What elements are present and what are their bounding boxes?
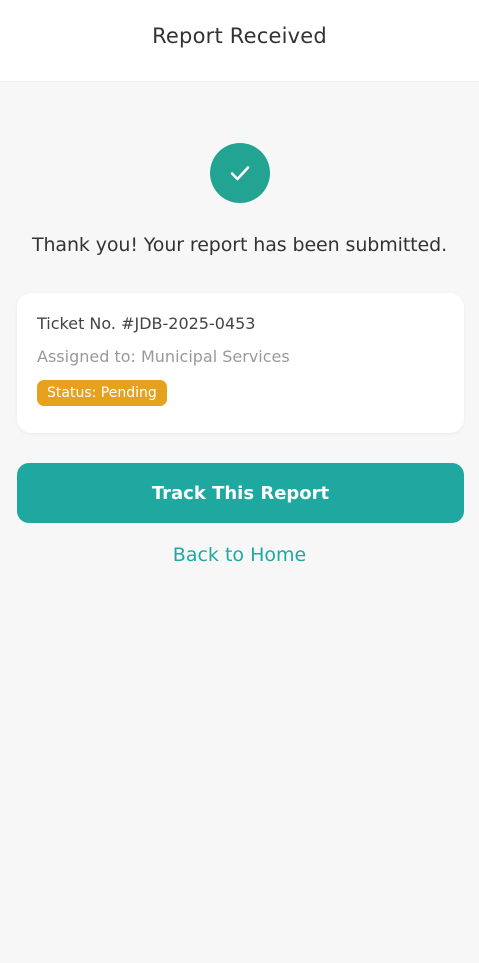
confirmation-message: Thank you! Your report has been submitte… bbox=[31, 234, 448, 256]
check-icon bbox=[230, 166, 250, 181]
assigned-to: Assigned to: Municipal Services bbox=[37, 347, 290, 366]
success-check-badge bbox=[210, 143, 270, 203]
status-badge: Status: Pending bbox=[37, 380, 167, 406]
back-to-home-link[interactable]: Back to Home bbox=[0, 544, 479, 566]
ticket-number: Ticket No. #JDB-2025-0453 bbox=[37, 314, 256, 333]
app-header: Report Received bbox=[0, 0, 479, 82]
ticket-card: Ticket No. #JDB-2025-0453 Assigned to: M… bbox=[17, 293, 464, 433]
track-report-button[interactable]: Track This Report bbox=[17, 463, 464, 523]
page-title: Report Received bbox=[152, 23, 327, 48]
